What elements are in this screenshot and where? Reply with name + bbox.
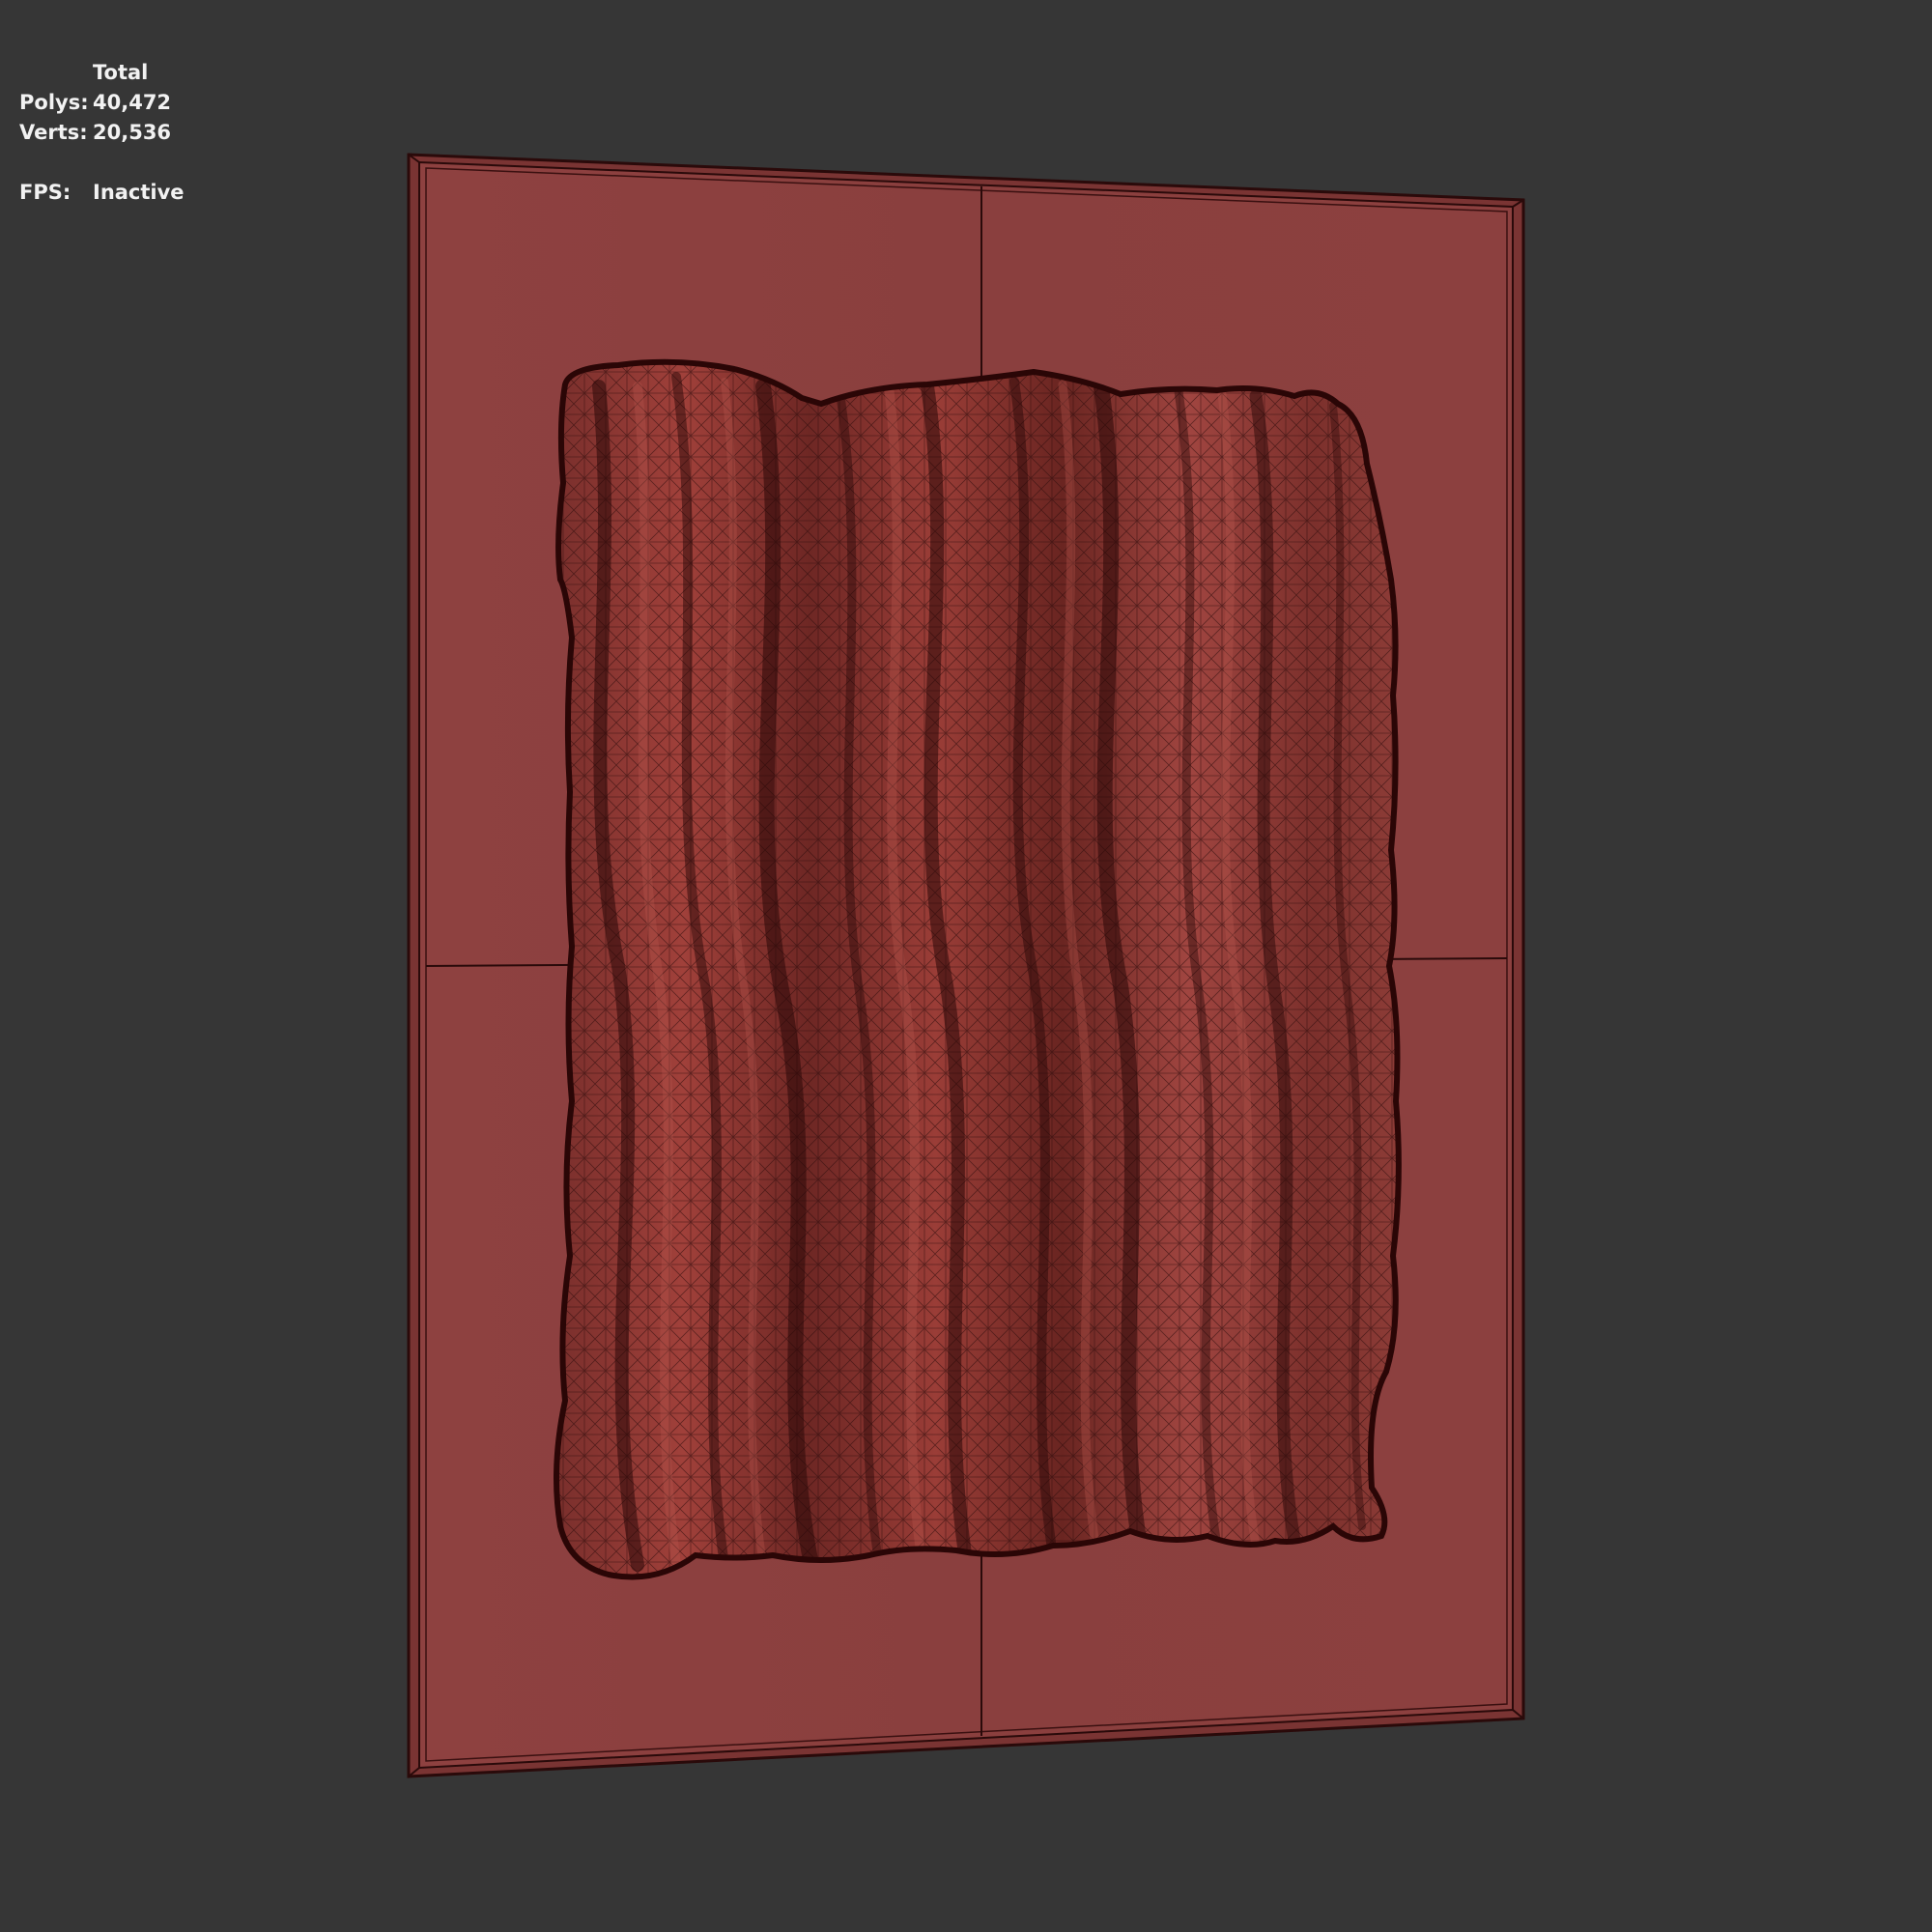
3d-viewport[interactable]: Total Polys: 40,472 Verts: 20,536 FPS: I…: [0, 0, 1932, 1932]
stats-header-row: Total: [19, 58, 185, 88]
fabric-relief-mesh[interactable]: [541, 348, 1410, 1604]
fps-row: FPS: Inactive: [19, 178, 185, 208]
polys-value: 40,472: [93, 91, 172, 114]
polys-row: Polys: 40,472: [19, 88, 185, 118]
polys-label: Polys:: [19, 91, 89, 114]
viewport-stats-overlay: Total Polys: 40,472 Verts: 20,536 FPS: I…: [19, 58, 185, 208]
model-render[interactable]: [0, 0, 1932, 1932]
stats-header: Total: [93, 61, 149, 84]
verts-row: Verts: 20,536: [19, 118, 185, 148]
verts-label: Verts:: [19, 121, 88, 144]
fps-value: Inactive: [93, 181, 185, 204]
fps-label: FPS:: [19, 181, 71, 204]
verts-value: 20,536: [93, 121, 172, 144]
